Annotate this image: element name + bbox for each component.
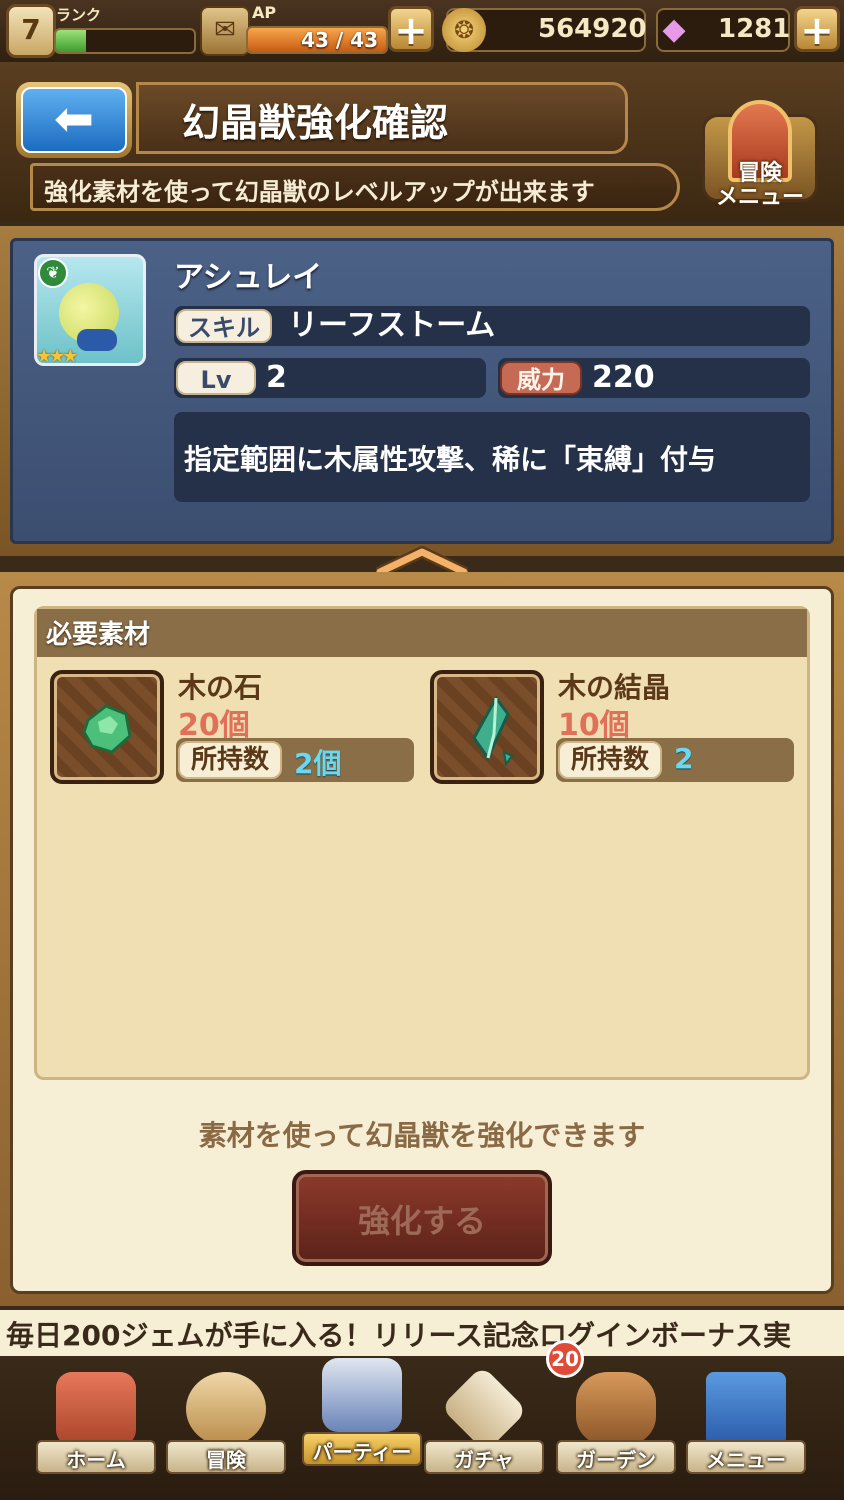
required-materials-header xyxy=(37,609,807,657)
back-arrow-icon: ⬅ xyxy=(21,87,127,153)
level-value: 2 xyxy=(266,360,287,395)
nav-label: メニュー xyxy=(706,1448,786,1472)
skill-description: 指定範囲に木属性攻撃、稀に「束縛」付与 xyxy=(184,443,717,476)
ap-label: AP xyxy=(252,3,277,22)
nav-label: ガーデン xyxy=(576,1448,656,1472)
basket-icon xyxy=(576,1372,656,1446)
gem-icon: ◆ xyxy=(662,12,686,47)
required-materials-title: 必要素材 xyxy=(46,620,151,650)
nav-label: ガチャ xyxy=(454,1448,514,1472)
news-ticker-text: 毎日200ジェムが手に入る！リリース記念ログインボーナス実 xyxy=(6,1319,792,1352)
rank-progress-bar xyxy=(54,28,196,54)
ap-icon: ✉ xyxy=(200,6,250,56)
house-icon xyxy=(56,1372,136,1446)
rarity-stars: ★★★ xyxy=(36,346,78,367)
owned-label: 所持数 xyxy=(558,741,662,779)
nav-menu[interactable]: メニュー xyxy=(682,1362,810,1494)
skill-name: リーフストーム xyxy=(288,308,496,343)
ap-value: 43 / 43 xyxy=(301,28,378,52)
rank-label: ランク xyxy=(56,6,102,24)
nav-label: パーティー xyxy=(312,1440,412,1464)
owned-value: 2個 xyxy=(294,747,342,780)
enhance-button-label: 強化する xyxy=(357,1202,486,1240)
rank-badge: 7 xyxy=(6,4,56,58)
leaf-icon: ❦ xyxy=(38,258,68,288)
add-gem-button[interactable]: + xyxy=(794,6,840,53)
garden-notification-badge: 20 xyxy=(546,1340,584,1378)
page-subtitle: 強化素材を使って幻晶獣のレベルアップが出来ます xyxy=(44,178,595,206)
owned-value: 2 xyxy=(674,742,694,775)
back-button[interactable]: ⬅ xyxy=(16,82,132,158)
adventure-menu-label: 冒険 メニュー xyxy=(715,161,804,210)
nav-adventure[interactable]: 冒険 xyxy=(162,1362,290,1494)
material-tile-crystal[interactable] xyxy=(430,670,544,784)
monster-name: アシュレイ xyxy=(174,260,323,295)
rank-progress-fill xyxy=(56,30,87,52)
green-crystal-icon xyxy=(472,695,514,767)
gem-value: 1281 xyxy=(718,14,791,44)
book-icon xyxy=(706,1372,786,1446)
add-ap-button[interactable]: + xyxy=(388,6,434,53)
nav-garden[interactable]: ガーデン xyxy=(552,1362,680,1494)
monster-portrait-bow xyxy=(77,329,117,351)
level-label: Lv xyxy=(176,361,256,395)
material-tile-stone[interactable] xyxy=(50,670,164,784)
owned-label: 所持数 xyxy=(178,741,282,779)
green-stone-icon xyxy=(82,704,132,754)
nav-gacha[interactable]: ガチャ xyxy=(420,1362,548,1494)
power-value: 220 xyxy=(592,360,655,395)
compass-icon xyxy=(186,1372,266,1446)
nav-label: 冒険 xyxy=(206,1448,246,1472)
gold-value: 564920 xyxy=(538,14,647,44)
nav-label: ホーム xyxy=(66,1448,126,1472)
chess-icon xyxy=(322,1358,402,1432)
page-title: 幻晶獣強化確認 xyxy=(182,101,449,145)
power-label: 威力 xyxy=(500,361,582,395)
nav-party[interactable]: パーティー xyxy=(298,1358,426,1494)
ap-bar: 43 / 43 xyxy=(246,26,388,54)
adventure-menu-button[interactable]: 冒険 メニュー xyxy=(698,94,822,218)
gold-coin-icon: ❂ xyxy=(442,8,486,52)
skill-label: スキル xyxy=(176,309,272,343)
enhance-hint: 素材を使って幻晶獣を強化できます xyxy=(198,1119,646,1152)
nav-home[interactable]: ホーム xyxy=(32,1362,160,1494)
